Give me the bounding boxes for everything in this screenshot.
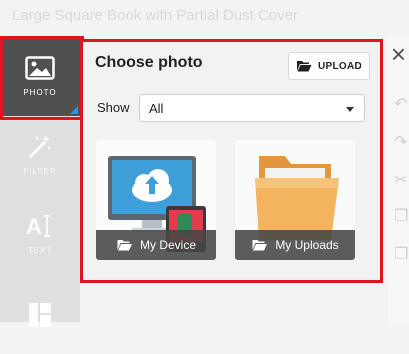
rail-item-label: FILTER xyxy=(23,166,57,176)
rail-item-label: TEXT xyxy=(27,245,53,255)
copy-icon[interactable]: ❐ xyxy=(394,206,408,226)
upload-button-label: UPLOAD xyxy=(317,60,363,72)
panel-title: Choose photo xyxy=(95,54,203,71)
source-tile-my-device[interactable]: My Device xyxy=(96,140,216,260)
folder-open-icon xyxy=(296,61,312,72)
chevron-down-icon xyxy=(346,107,354,112)
cut-icon[interactable]: ✂ xyxy=(394,170,407,190)
source-tile-label: My Device xyxy=(139,238,196,252)
rail-item-text[interactable]: A TEXT xyxy=(0,194,80,274)
undo-icon[interactable]: ↶ xyxy=(394,94,407,114)
rail-item-label: PHOTO xyxy=(23,87,57,97)
layout-icon xyxy=(29,303,51,327)
show-select[interactable]: All xyxy=(139,94,365,122)
source-tile-my-uploads[interactable]: My Uploads xyxy=(235,140,355,260)
source-tile-caption: My Device xyxy=(96,230,216,260)
show-label: Show xyxy=(97,100,130,115)
rail-item-filter[interactable]: FILTER xyxy=(0,114,80,194)
upload-button[interactable]: UPLOAD xyxy=(288,52,370,80)
image-icon xyxy=(25,55,55,80)
source-tile-label: My Uploads xyxy=(275,238,339,252)
source-tile-caption: My Uploads xyxy=(235,230,355,260)
active-indicator xyxy=(70,106,78,114)
rail-item-layout[interactable] xyxy=(0,274,80,354)
show-select-value: All xyxy=(149,101,164,116)
magic-wand-icon xyxy=(29,134,51,157)
close-icon[interactable]: × xyxy=(388,40,409,68)
svg-text:A: A xyxy=(26,214,43,238)
paste-icon[interactable]: ❐ xyxy=(394,244,408,264)
folder-open-icon xyxy=(252,240,268,251)
photo-panel: Choose photo UPLOAD Show All My Device M… xyxy=(80,39,383,283)
tool-rail: PHOTO FILTER A TEXT xyxy=(0,36,80,327)
rail-item-photo[interactable]: PHOTO xyxy=(0,36,80,116)
folder-open-icon xyxy=(117,240,132,251)
document-title: Large Square Book with Partial Dust Cove… xyxy=(12,7,298,24)
text-cursor-icon: A xyxy=(26,214,50,238)
redo-icon[interactable]: ↷ xyxy=(394,132,407,152)
